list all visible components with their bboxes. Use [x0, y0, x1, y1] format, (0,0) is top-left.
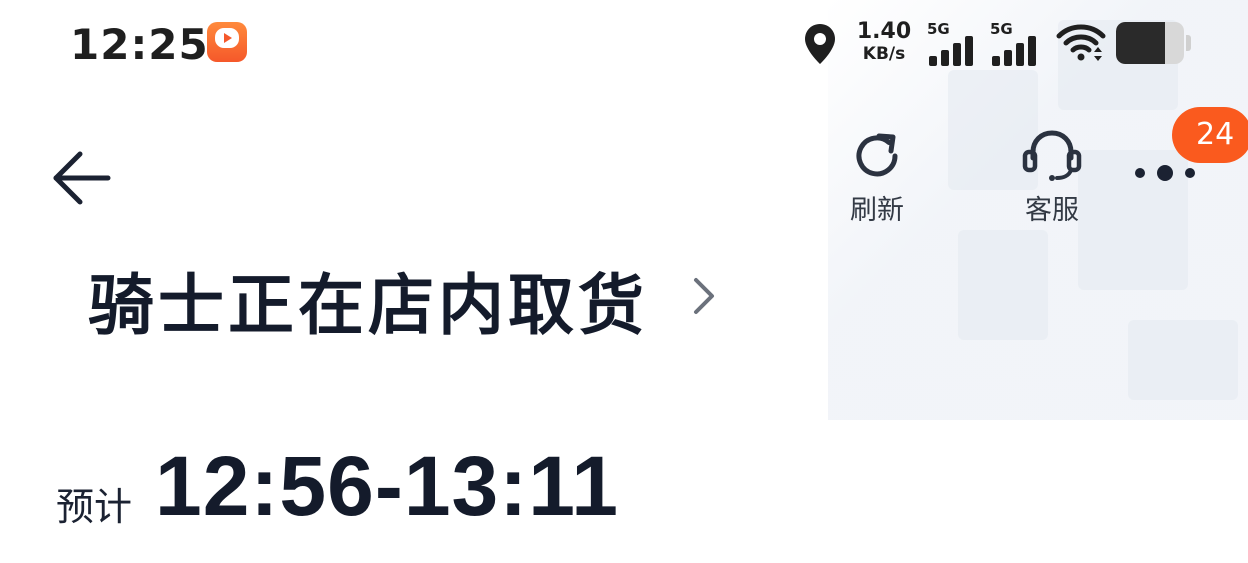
battery-body: [1116, 22, 1184, 64]
unread-count-badge: 24: [1172, 107, 1248, 163]
refresh-button[interactable]: 刷新: [832, 128, 922, 228]
battery-fill: [1116, 22, 1165, 64]
network-speed-unit: KB/s: [862, 44, 906, 64]
video-app-icon: [207, 22, 247, 62]
battery-icon: [1116, 22, 1192, 64]
network-speed: 1.40 KB/s: [856, 21, 912, 63]
signal-icon: 5G: [927, 20, 977, 70]
refresh-label: 刷新: [850, 195, 904, 226]
customer-service-label: 客服: [1025, 195, 1079, 226]
headset-icon: [1022, 130, 1082, 181]
signal-icon: 5G: [990, 20, 1040, 70]
order-status-text: 骑士正在店内取货: [88, 267, 648, 344]
status-bar: 12:25 1.40 KB/s 5G 5G: [0, 0, 1248, 90]
eta-label: 预计: [56, 485, 133, 529]
map-block: [958, 230, 1048, 340]
network-speed-value: 1.40: [856, 19, 912, 44]
more-button[interactable]: [1130, 158, 1200, 188]
wifi-icon: [1056, 22, 1106, 70]
battery-tip: [1186, 35, 1191, 51]
back-button[interactable]: [50, 148, 114, 208]
eta-time: 12:56-13:11: [155, 439, 620, 533]
chevron-right-icon: [694, 278, 714, 314]
back-arrow-icon: [53, 151, 111, 205]
location-icon: [803, 22, 837, 70]
map-block: [1128, 320, 1238, 400]
order-status-title[interactable]: 骑士正在店内取货: [88, 252, 714, 348]
status-time: 12:25: [70, 20, 209, 69]
refresh-icon: [856, 133, 898, 177]
more-icon: [1135, 165, 1195, 181]
customer-service-button[interactable]: 客服: [1007, 128, 1097, 228]
